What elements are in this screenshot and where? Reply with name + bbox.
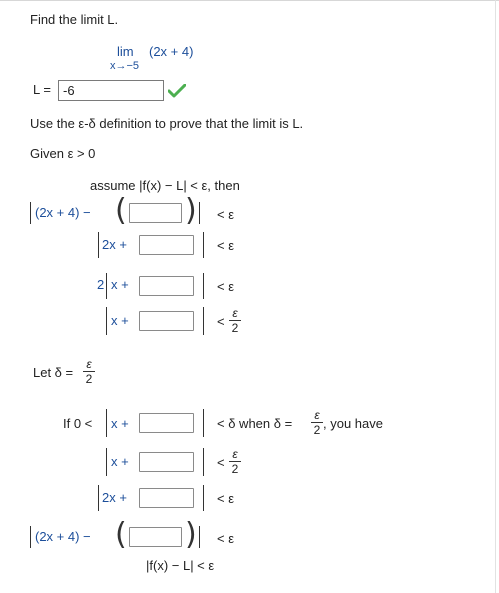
abs-bar-left [106,448,107,476]
abs-bar-right [203,307,204,335]
c3-lt-eps: < ε [217,491,234,506]
c2-epsilon-over-2: ε 2 [229,448,241,475]
row3-input[interactable] [139,276,194,296]
c4-expression: (2x + 4) − [35,529,91,544]
row4-epsilon-over-2: ε 2 [229,307,241,334]
c4-input[interactable] [129,527,182,547]
fraction-numerator: ε [232,447,238,461]
abs-bar-left [106,409,107,437]
fraction-numerator: ε [314,408,320,422]
fraction-denominator: 2 [231,462,239,476]
c2-input[interactable] [139,452,194,472]
abs-bar-left [30,526,31,548]
row3-coefficient: 2 [97,277,105,292]
right-border [495,0,496,593]
c4-lt-eps: < ε [217,531,234,546]
c3-input[interactable] [139,488,194,508]
abs-bar-left [98,485,99,511]
abs-bar-right [199,526,200,548]
c1-x-plus: x + [111,416,129,431]
abs-bar-left [30,202,31,224]
top-border [0,0,499,1]
fraction-denominator: 2 [85,372,93,386]
prompt-text: Find the limit L. [30,12,119,27]
answer-label: L = [33,82,51,97]
abs-bar-right [203,232,204,258]
abs-bar-right [203,485,204,511]
limit-answer-field[interactable]: -6 [58,80,164,101]
assume-text: assume |f(x) − L| < ε, then [90,178,240,193]
row4-lt: < [217,314,225,329]
fraction-numerator: ε [232,306,238,320]
c1-input[interactable] [139,413,194,433]
let-delta-fraction: ε 2 [83,358,95,385]
given-text: Given ε > 0 [30,146,96,161]
c3-2x-plus: 2x + [102,490,127,505]
abs-bar-left [106,307,107,335]
abs-bar-right [199,202,200,224]
c2-lt: < [217,455,225,470]
abs-bar-right [203,448,204,476]
abs-bar-right [203,273,204,299]
final-statement: |f(x) − L| < ε [146,558,215,573]
fraction-denominator: 2 [313,423,321,437]
instruction-text: Use the ε-δ definition to prove that the… [30,116,304,131]
row2-2x-plus: 2x + [102,237,127,252]
row3-x-plus: x + [111,277,129,292]
row3-lt-eps: < ε [217,279,234,294]
if-zero-text: If 0 < [63,416,93,431]
correct-check-icon [168,84,186,98]
abs-bar-right [203,409,204,437]
fraction-denominator: 2 [231,321,239,335]
abs-bar-left [106,273,107,299]
fraction-numerator: ε [86,357,92,371]
row1-close-paren: ) [185,193,197,228]
row1-lt-eps: < ε [217,207,234,222]
you-have-text: , you have [323,416,383,431]
let-delta-label: Let δ = [33,365,74,380]
c2-x-plus: x + [111,454,129,469]
row2-input[interactable] [139,235,194,255]
c4-open-paren: ( [115,517,127,552]
row4-input[interactable] [139,311,194,331]
abs-bar-left [98,232,99,258]
row1-expression: (2x + 4) − [35,205,91,220]
c4-close-paren: ) [185,517,197,552]
row2-lt-eps: < ε [217,238,234,253]
limit-expression: (2x + 4) [149,44,194,59]
row1-open-paren: ( [115,193,127,228]
row4-x-plus: x + [111,313,129,328]
limit-subscript: x→−5 [110,60,140,72]
row1-input[interactable] [129,203,182,223]
c1-epsilon-over-2: ε 2 [311,409,323,436]
when-delta-text: < δ when δ = [217,416,293,431]
